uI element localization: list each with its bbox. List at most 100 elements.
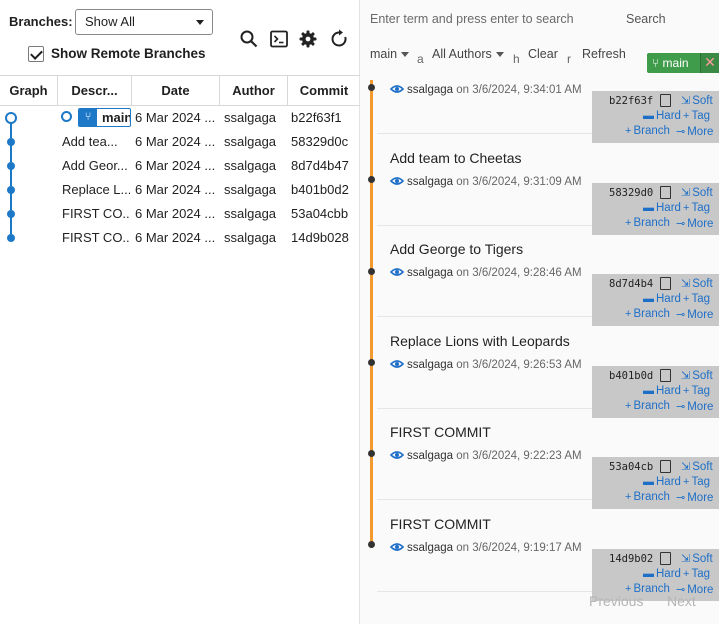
reset-soft-button[interactable]: ⇲ Soft [681,186,713,199]
reset-hard-button[interactable]: ▬ Hard [643,110,681,122]
table-row[interactable]: FIRST CO... 6 Mar 2024 ... ssalgaga 14d9… [0,226,360,250]
commit-meta: ssalgaga on 3/6/2024, 9:22:23 AM [390,450,582,462]
commit-title[interactable]: Replace Lions with Leopards [390,333,570,349]
commit-datetime: 3/6/2024, 9:34:01 AM [472,84,582,96]
terminal-icon[interactable] [269,29,289,49]
add-tag-button[interactable]: + Tag [683,568,710,580]
copy-icon[interactable] [660,186,671,199]
commit-on-word: on [456,450,470,462]
copy-icon[interactable] [660,369,671,382]
commit-card[interactable]: FIRST COMMIT ssalgaga on 3/6/2024, 9:19:1… [377,500,719,601]
commit-sha: b401b0d [609,370,654,382]
head-commit-marker [61,111,72,122]
commit-card[interactable]: Add team to Cheetas ssalgaga on 3/6/2024,… [377,134,719,235]
branch-select-value: Show All [85,14,135,29]
commit-title[interactable]: FIRST COMMIT [390,424,491,440]
eye-icon[interactable] [390,267,404,277]
commit-author: ssalgaga [407,359,454,371]
copy-icon[interactable] [660,277,671,290]
eye-icon[interactable] [390,542,404,552]
commit-title[interactable]: FIRST COMMIT [390,516,491,532]
timeline-dot [368,176,375,183]
search-input[interactable] [370,6,610,32]
commit-datetime: 3/6/2024, 9:28:46 AM [472,267,582,279]
commit-meta: ssalgaga on 3/6/2024, 9:28:46 AM [390,267,582,279]
reset-hard-button[interactable]: ▬ Hard [643,568,681,580]
folder-icon: ▬ [643,293,654,305]
column-header-date[interactable]: Date [132,76,220,106]
search-button[interactable]: Search [626,12,666,26]
commit-on-word: on [456,84,470,96]
commit-card[interactable]: FIRST COMMIT ssalgaga on 3/6/2024, 9:22:2… [377,408,719,509]
chevron-down-icon [196,20,204,25]
add-tag-button[interactable]: + Tag [683,476,710,488]
previous-page-button[interactable]: Previous [589,593,643,609]
eye-icon[interactable] [390,450,404,460]
commit-title[interactable]: Add team to Cheetas [390,150,522,166]
copy-icon[interactable] [660,94,671,107]
commit-meta: ssalgaga on 3/6/2024, 9:31:09 AM [390,176,582,188]
column-header-description[interactable]: Descr... [58,76,132,106]
reset-hard-button[interactable]: ▬ Hard [643,385,681,397]
show-remote-branches-checkbox[interactable] [28,46,44,62]
refresh-icon[interactable] [329,29,349,49]
search-icon[interactable] [239,29,259,49]
timeline-bar [370,80,373,548]
reset-icon: ⇲ [681,95,691,107]
commit-datetime: 3/6/2024, 9:19:17 AM [472,542,582,554]
copy-icon[interactable] [660,552,671,565]
add-tag-button[interactable]: + Tag [683,385,710,397]
gear-icon[interactable] [298,29,318,49]
commit-card[interactable]: Add George to Tigers ssalgaga on 3/6/2024… [377,225,719,326]
reset-icon: ⇲ [681,370,691,382]
commit-sha: b22f63f [609,95,654,107]
add-tag-button[interactable]: + Tag [683,110,710,122]
add-tag-button[interactable]: + Tag [683,293,710,305]
reset-icon: ⇲ [681,187,691,199]
commit-datetime: 3/6/2024, 9:22:23 AM [472,450,582,462]
branch-tag-main[interactable]: ⑂ main [78,108,131,127]
reset-icon: ⇲ [681,553,691,565]
commit-meta: ssalgaga on 3/6/2024, 9:19:17 AM [390,542,582,554]
reset-icon: ⇲ [681,461,691,473]
commit-title[interactable]: Add George to Tigers [390,241,523,257]
column-header-graph[interactable]: Graph [0,76,58,106]
reset-soft-button[interactable]: ⇲ Soft [681,94,713,107]
next-page-button[interactable]: Next [667,593,696,609]
reset-soft-button[interactable]: ⇲ Soft [681,460,713,473]
table-row[interactable]: ⑂ main 6 Mar 2024 ... ssalgaga b22f63f1 [0,106,360,130]
folder-icon: ▬ [643,568,654,580]
column-header-commit[interactable]: Commit [288,76,360,106]
eye-icon[interactable] [390,359,404,369]
table-row[interactable]: Add Geor... 6 Mar 2024 ... ssalgaga 8d7d… [0,154,360,178]
table-row[interactable]: Replace L... 6 Mar 2024 ... ssalgaga b40… [0,178,360,202]
column-header-author[interactable]: Author [220,76,288,106]
commit-author: ssalgaga [407,267,454,279]
copy-icon[interactable] [660,460,671,473]
commit-on-word: on [456,267,470,279]
table-row[interactable]: Add tea... 6 Mar 2024 ... ssalgaga 58329… [0,130,360,154]
folder-icon: ▬ [643,476,654,488]
folder-icon: ▬ [643,202,654,214]
add-tag-button[interactable]: + Tag [683,202,710,214]
reset-soft-button[interactable]: ⇲ Soft [681,552,713,565]
reset-hard-button[interactable]: ▬ Hard [643,293,681,305]
branch-select[interactable]: Show All [75,9,213,35]
reset-soft-button[interactable]: ⇲ Soft [681,277,713,290]
commit-card[interactable]: Replace Lions with Leopards ssalgaga on 3… [377,317,719,418]
eye-icon[interactable] [390,176,404,186]
timeline-dot [368,268,375,275]
table-row[interactable]: FIRST CO... 6 Mar 2024 ... ssalgaga 53a0… [0,202,360,226]
reset-hard-button[interactable]: ▬ Hard [643,202,681,214]
reset-soft-button[interactable]: ⇲ Soft [681,369,713,382]
commit-sha: 8d7d4b4 [609,278,654,290]
commit-card[interactable]: ssalgaga on 3/6/2024, 9:34:01 AM b22f63f ⇲… [377,42,719,143]
reset-hard-button[interactable]: ▬ Hard [643,476,681,488]
commit-meta: ssalgaga on 3/6/2024, 9:26:53 AM [390,359,582,371]
plus-icon: + [683,476,690,488]
commit-datetime: 3/6/2024, 9:26:53 AM [472,359,582,371]
plus-icon: + [683,110,690,122]
commit-meta: ssalgaga on 3/6/2024, 9:34:01 AM [390,84,582,96]
commit-datetime: 3/6/2024, 9:31:09 AM [472,176,582,188]
eye-icon[interactable] [390,84,404,94]
